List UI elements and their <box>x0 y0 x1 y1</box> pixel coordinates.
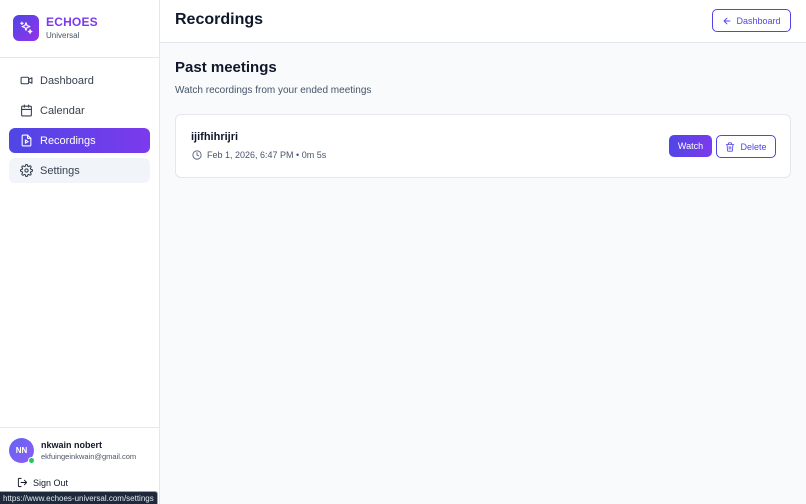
section-subtitle: Watch recordings from your ended meeting… <box>175 85 372 96</box>
page-title: Recordings <box>175 11 264 28</box>
sidebar-item-label: Calendar <box>40 104 85 117</box>
recording-datetime-duration: Feb 1, 2026, 6:47 PM • 0m 5s <box>207 150 327 160</box>
sidebar-item-dashboard[interactable]: Dashboard <box>9 68 150 93</box>
page-header: Recordings Dashboard <box>160 0 806 43</box>
sign-out-button[interactable]: Sign Out <box>17 477 68 488</box>
video-camera-icon <box>19 74 33 88</box>
user-divider <box>0 427 159 428</box>
user-name: nkwain nobert <box>41 440 103 450</box>
sidebar-item-calendar[interactable]: Calendar <box>9 98 150 123</box>
main-content: Past meetings Watch recordings from your… <box>175 58 791 178</box>
delete-label: Delete <box>740 141 767 152</box>
sidebar-item-label: Settings <box>40 164 80 177</box>
trash-icon <box>725 141 735 152</box>
file-video-icon <box>19 134 33 148</box>
clock-icon <box>192 150 202 160</box>
recording-card: ijifhihrijri Feb 1, 2026, 6:47 PM • 0m 5… <box>175 114 791 178</box>
online-status-dot <box>28 457 35 464</box>
recording-meta: Feb 1, 2026, 6:47 PM • 0m 5s <box>192 150 326 160</box>
brand-subtitle: Universal <box>46 31 80 40</box>
avatar: NN <box>9 438 35 464</box>
status-bar-url: https://www.echoes-universal.com/setting… <box>0 491 158 504</box>
sidebar-divider <box>0 57 159 58</box>
back-to-dashboard-button[interactable]: Dashboard <box>712 9 791 32</box>
brand[interactable]: ECHOES Universal <box>13 15 98 41</box>
sidebar-nav: Dashboard Calendar Recordings Settings <box>9 68 150 188</box>
section-title: Past meetings <box>175 59 277 76</box>
calendar-icon <box>19 104 33 118</box>
sidebar-item-label: Recordings <box>40 134 96 147</box>
user-email: ekfuingeinkwain@gmail.com <box>41 452 137 461</box>
sidebar-item-settings[interactable]: Settings <box>9 158 150 183</box>
sidebar: ECHOES Universal Dashboard Calendar Reco… <box>0 0 160 504</box>
sidebar-item-recordings[interactable]: Recordings <box>9 128 150 153</box>
recording-title: ijifhihrijri <box>191 131 239 143</box>
back-button-label: Dashboard <box>736 15 781 26</box>
sign-out-label: Sign Out <box>33 477 69 488</box>
brand-name: ECHOES <box>46 15 98 29</box>
sidebar-item-label: Dashboard <box>40 74 94 87</box>
delete-button[interactable]: Delete <box>716 135 776 158</box>
avatar-initials: NN <box>15 446 28 455</box>
watch-button[interactable]: Watch <box>669 135 712 157</box>
user-profile[interactable]: NN nkwain nobert ekfuingeinkwain@gmail.c… <box>9 438 137 464</box>
gear-icon <box>19 164 33 178</box>
log-out-icon <box>17 477 28 488</box>
sparkles-icon <box>13 15 39 41</box>
arrow-left-icon <box>722 16 732 26</box>
